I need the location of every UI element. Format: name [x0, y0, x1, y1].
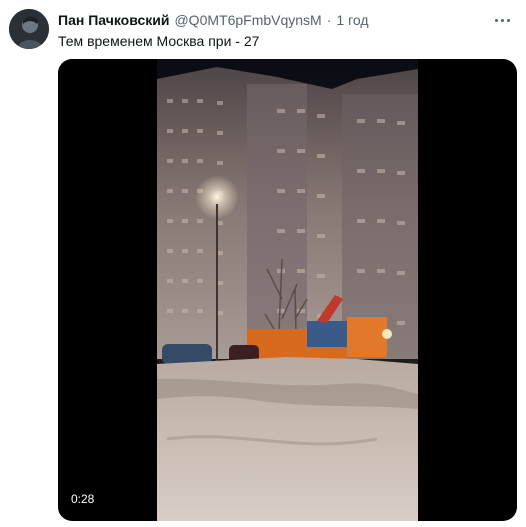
author-name[interactable]: Пан Пачковский: [58, 12, 169, 28]
video-player[interactable]: 0:28: [58, 59, 517, 521]
avatar-image: [9, 9, 49, 49]
video-duration-badge: 0:28: [66, 491, 100, 507]
tweet-header: Пан Пачковский @Q0MT6pFmbVqynsM · 1 год: [58, 12, 369, 30]
more-dots-icon[interactable]: [492, 12, 512, 28]
tweet-timestamp[interactable]: 1 год: [336, 12, 368, 28]
separator-dot: ·: [326, 12, 332, 28]
video-thumbnail: [157, 59, 418, 521]
video-frame[interactable]: [157, 59, 418, 521]
author-handle[interactable]: @Q0MT6pFmbVqynsM: [174, 12, 321, 28]
tweet-text: Тем временем Москва при - 27: [58, 33, 260, 49]
tweet: Пан Пачковский @Q0MT6pFmbVqynsM · 1 год …: [0, 0, 526, 527]
avatar[interactable]: [9, 9, 49, 49]
